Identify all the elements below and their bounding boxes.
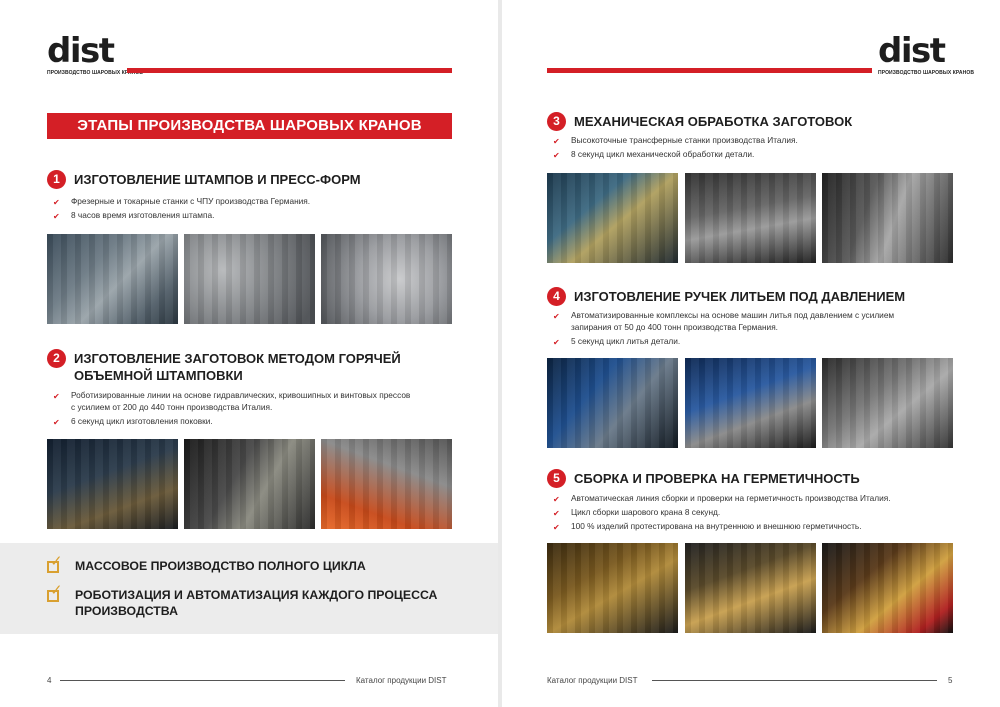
page-number: 4 bbox=[47, 676, 52, 685]
header-red-bar bbox=[547, 68, 872, 73]
bullet-item: ✔ Роботизированные линии на основе гидрав… bbox=[53, 390, 411, 412]
step-title: СБОРКА И ПРОВЕРКА НА ГЕРМЕТИЧНОСТЬ bbox=[574, 471, 860, 486]
step-1: 1 ИЗГОТОВЛЕНИЕ ШТАМПОВ И ПРЕСС-ФОРМ ✔ Фре… bbox=[47, 170, 457, 230]
step-bullets: ✔ Автоматизированные комплексы на основе … bbox=[553, 310, 894, 349]
bullet-item: ✔ 5 секунд цикл литья детали. bbox=[553, 335, 681, 347]
check-icon: ✔ bbox=[53, 211, 60, 221]
check-icon: ✔ bbox=[553, 337, 560, 347]
bullet-item: ✔ Автоматическая линия сборки и проверки … bbox=[553, 493, 891, 504]
right-page: dist ПРОИЗВОДСТВО ШАРОВЫХ КРАНОВ 3 МЕХАН… bbox=[502, 0, 1000, 707]
check-icon: ✔ bbox=[53, 392, 60, 401]
photo-die-mold bbox=[184, 234, 315, 324]
photo-forging-line bbox=[47, 439, 178, 529]
step-5: 5 СБОРКА И ПРОВЕРКА НА ГЕРМЕТИЧНОСТЬ ✔ Ав… bbox=[547, 469, 967, 539]
bullet-item: ✔ Цикл сборки шарового крана 8 секунд. bbox=[553, 506, 721, 518]
footer-catalog: Каталог продукции DIST bbox=[356, 676, 447, 685]
step-2: 2 ИЗГОТОВЛЕНИЕ ЗАГОТОВОК МЕТОДОМ ГОРЯЧЕЙ… bbox=[47, 349, 457, 429]
bullet-item: ✔ 100 % изделий протестирована на внутрен… bbox=[553, 520, 862, 532]
photo-cast-handles bbox=[822, 358, 953, 448]
logo-tagline: ПРОИЗВОДСТВО ШАРОВЫХ КРАНОВ bbox=[878, 70, 975, 76]
step-number-badge: 3 bbox=[547, 112, 566, 131]
check-icon: ✔ bbox=[553, 522, 560, 532]
bullet-item: ✔ Автоматизированные комплексы на основе … bbox=[553, 310, 895, 332]
step-title: ИЗГОТОВЛЕНИЕ РУЧЕК ЛИТЬЕМ ПОД ДАВЛЕНИЕМ bbox=[574, 289, 906, 304]
step-bullets: ✔ Роботизированные линии на основе гидрав… bbox=[53, 390, 410, 429]
photo-leak-testing bbox=[822, 543, 953, 633]
bullet-item: ✔ 8 секунд цикл механической обработки де… bbox=[553, 148, 755, 160]
step-bullets: ✔ Автоматическая линия сборки и проверки … bbox=[553, 493, 891, 534]
step-bullets: ✔ Высокоточные трансферные станки произво… bbox=[553, 135, 798, 163]
step-title: ИЗГОТОВЛЕНИЕ ШТАМПОВ И ПРЕСС-ФОРМ bbox=[74, 172, 361, 187]
photo-injection-machine bbox=[547, 358, 678, 448]
photo-press-form bbox=[321, 234, 452, 324]
step-number-badge: 2 bbox=[47, 349, 66, 368]
step-bullets: ✔ Фрезерные и токарные станки с ЧПУ произ… bbox=[53, 196, 310, 224]
check-icon: ✔ bbox=[53, 417, 60, 427]
section-title: ЭТАПЫ ПРОИЗВОДСТВА ШАРОВЫХ КРАНОВ bbox=[47, 113, 452, 139]
photo-tooling bbox=[822, 173, 953, 263]
header-red-bar bbox=[127, 68, 452, 73]
checkbox-icon: ✓ bbox=[47, 583, 65, 603]
step-4: 4 ИЗГОТОВЛЕНИЕ РУЧЕК ЛИТЬЕМ ПОД ДАВЛЕНИЕ… bbox=[547, 287, 957, 357]
checkbox-icon: ✓ bbox=[47, 554, 65, 574]
check-icon: ✔ bbox=[553, 150, 560, 160]
photo-valve-assembly bbox=[685, 543, 816, 633]
step-title: МЕХАНИЧЕСКАЯ ОБРАБОТКА ЗАГОТОВОК bbox=[574, 114, 853, 129]
footer-rule bbox=[652, 680, 937, 681]
step-title: ИЗГОТОВЛЕНИЕ ЗАГОТОВОК МЕТОДОМ ГОРЯЧЕЙ О… bbox=[74, 351, 401, 383]
check-icon: ✔ bbox=[553, 312, 560, 321]
dist-logo: dist ПРОИЗВОДСТВО ШАРОВЫХ КРАНОВ bbox=[878, 34, 974, 76]
step-number-badge: 1 bbox=[47, 170, 66, 189]
left-page: dist ПРОИЗВОДСТВО ШАРОВЫХ КРАНОВ ЭТАПЫ П… bbox=[0, 0, 498, 707]
photo-hot-forging bbox=[321, 439, 452, 529]
step-number-badge: 4 bbox=[547, 287, 566, 306]
footer-rule bbox=[60, 680, 345, 681]
page-number: 5 bbox=[948, 676, 953, 685]
bullet-item: ✔ 8 часов время изготовления штампа. bbox=[53, 209, 215, 221]
bullet-item: ✔ Фрезерные и токарные станки с ЧПУ произ… bbox=[53, 196, 311, 207]
photo-die-casting bbox=[685, 358, 816, 448]
photo-transfer-machine bbox=[547, 173, 678, 263]
logo-word: dist bbox=[47, 31, 115, 71]
check-icon: ✔ bbox=[553, 508, 560, 518]
photo-assembly-line bbox=[547, 543, 678, 633]
photo-cnc-machine bbox=[47, 234, 178, 324]
bullet-item: ✔ Высокоточные трансферные станки произво… bbox=[553, 135, 798, 146]
summary-item: ✓ РОБОТИЗАЦИЯ И АВТОМАТИЗАЦИЯ КАЖДОГО ПР… bbox=[47, 583, 437, 619]
photo-machining bbox=[685, 173, 816, 263]
check-icon: ✔ bbox=[53, 198, 60, 207]
photo-press bbox=[184, 439, 315, 529]
summary-box: ✓ МАССОВОЕ ПРОИЗВОДСТВО ПОЛНОГО ЦИКЛА ✓ … bbox=[0, 543, 498, 634]
logo-word: dist bbox=[878, 31, 946, 71]
check-icon: ✔ bbox=[553, 495, 560, 504]
footer-catalog: Каталог продукции DIST bbox=[547, 676, 638, 685]
bullet-item: ✔ 6 секунд цикл изготовления поковки. bbox=[53, 415, 213, 427]
step-3: 3 МЕХАНИЧЕСКАЯ ОБРАБОТКА ЗАГОТОВОК ✔ Высо… bbox=[547, 112, 957, 167]
check-icon: ✔ bbox=[553, 137, 560, 146]
step-number-badge: 5 bbox=[547, 469, 566, 488]
summary-item: ✓ МАССОВОЕ ПРОИЗВОДСТВО ПОЛНОГО ЦИКЛА bbox=[47, 554, 366, 574]
